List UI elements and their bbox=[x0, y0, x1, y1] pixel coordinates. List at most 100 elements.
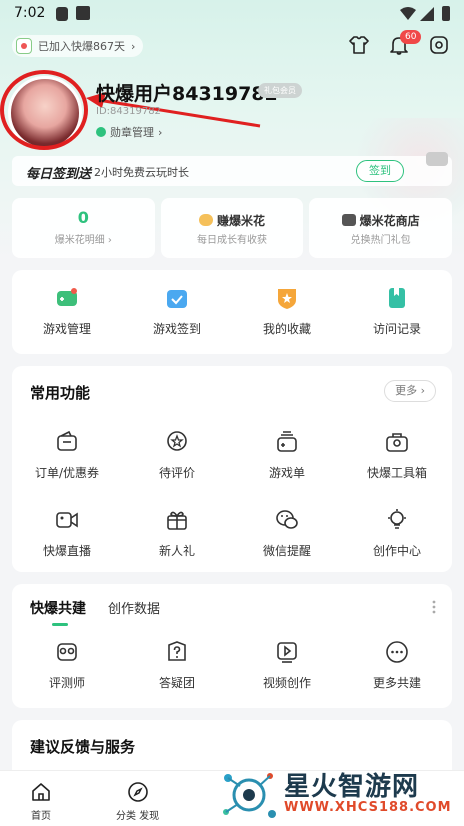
wechat-reminder-item[interactable]: 微信提醒 bbox=[232, 496, 342, 574]
grid-label: 创作中心 bbox=[372, 544, 421, 558]
calendar-heart-icon bbox=[16, 38, 32, 54]
kebab-menu-icon[interactable] bbox=[432, 600, 436, 614]
pending-review-item[interactable]: 待评价 bbox=[122, 418, 232, 496]
star-shield-icon bbox=[278, 289, 296, 309]
live-stream-item[interactable]: 快爆直播 bbox=[12, 496, 122, 574]
common-functions-title: 常用功能 bbox=[30, 384, 91, 402]
common-functions-card: 常用功能 更多 › 订单/优惠券 待评价 游戏单 快爆工具箱 快爆直播 新人礼 bbox=[12, 366, 452, 572]
watermark-url: WWW.XHCS188.COM bbox=[284, 800, 452, 815]
signin-button[interactable]: 签到 bbox=[356, 160, 404, 182]
join-days-badge[interactable]: 已加入快爆867天 › bbox=[12, 35, 144, 57]
orders-coupons-item[interactable]: 订单/优惠券 bbox=[12, 418, 122, 496]
nav-label: 分类 发现 bbox=[116, 811, 160, 822]
gift-icon bbox=[167, 511, 187, 530]
collapse-chevron-icon[interactable] bbox=[426, 152, 448, 166]
game-signin-item[interactable]: 游戏签到 bbox=[122, 274, 232, 352]
game-management-item[interactable]: 游戏管理 bbox=[12, 274, 122, 352]
play-square-icon bbox=[277, 642, 297, 663]
reviewer-icon bbox=[57, 643, 77, 661]
star-bubble-icon bbox=[167, 431, 187, 451]
wifi-icon bbox=[400, 7, 416, 20]
grid-label: 订单/优惠券 bbox=[34, 466, 100, 480]
popcorn-icon bbox=[199, 214, 213, 226]
home-icon bbox=[32, 783, 50, 801]
avatar-highlight-circle bbox=[0, 70, 88, 150]
header-actions: 60 bbox=[348, 30, 450, 56]
grid-label: 待评价 bbox=[158, 466, 195, 480]
popcorn-count: 0 bbox=[77, 208, 89, 227]
earn-popcorn-card[interactable]: 赚爆米花 每日成长有收获 bbox=[160, 198, 304, 258]
daily-signin-bar[interactable]: 每日签到送 2小时免费云玩时长 签到 bbox=[12, 152, 452, 186]
more-button[interactable]: 更多 › bbox=[384, 380, 436, 402]
reviewer-item[interactable]: 评测师 bbox=[12, 628, 122, 706]
earn-popcorn-title: 赚爆米花 bbox=[217, 214, 266, 228]
nav-label: 首页 bbox=[31, 811, 51, 822]
grid-label: 游戏单 bbox=[268, 466, 305, 480]
notification-bell-button[interactable]: 60 bbox=[388, 30, 422, 56]
grid-label: 答疑团 bbox=[158, 676, 195, 690]
signin-title: 每日签到送 bbox=[26, 167, 92, 182]
grid-label: 更多共建 bbox=[372, 676, 421, 690]
popcorn-shop-sub: 兑换热门礼包 bbox=[350, 235, 411, 246]
wechat-icon bbox=[276, 510, 298, 529]
user-id[interactable]: ID:84319782 bbox=[96, 106, 161, 117]
chevron-right-icon: › bbox=[131, 39, 136, 53]
nav-home[interactable]: 首页 bbox=[30, 781, 52, 822]
my-favorites-item[interactable]: 我的收藏 bbox=[232, 274, 342, 352]
video-creation-item[interactable]: 视频创作 bbox=[232, 628, 342, 706]
grid-label: 评测师 bbox=[48, 676, 85, 690]
grid-label: 访问记录 bbox=[372, 322, 421, 336]
medal-management-link[interactable]: 勋章管理 › bbox=[96, 124, 162, 140]
earn-popcorn-sub: 每日成长有收获 bbox=[197, 235, 267, 246]
more-co-build-item[interactable]: 更多共建 bbox=[342, 628, 452, 706]
popcorn-stats: 0 爆米花明细 › 赚爆米花 每日成长有收获 爆米花商店 兑换热门礼包 bbox=[12, 198, 453, 258]
tab-creation-data[interactable]: 创作数据 bbox=[108, 598, 160, 617]
join-days-label: 已加入快爆867天 bbox=[38, 40, 125, 53]
popcorn-balance-card[interactable]: 0 爆米花明细 › bbox=[12, 198, 155, 258]
watermark-logo-icon bbox=[223, 773, 276, 818]
vip-tag[interactable]: 礼包会员 bbox=[258, 83, 302, 98]
lightbulb-icon bbox=[388, 509, 406, 529]
game-list-item[interactable]: 游戏单 bbox=[232, 418, 342, 496]
popcorn-shop-card[interactable]: 爆米花商店 兑换热门礼包 bbox=[309, 198, 453, 258]
signal-icon bbox=[420, 7, 434, 21]
nav-category[interactable]: 分类 发现 bbox=[116, 781, 159, 822]
tab-co-build[interactable]: 快爆共建 bbox=[30, 598, 86, 626]
toolbox-item[interactable]: 快爆工具箱 bbox=[342, 418, 452, 496]
grid-label: 视频创作 bbox=[262, 676, 311, 690]
grid-label: 快爆直播 bbox=[42, 544, 91, 558]
shop-icon bbox=[341, 214, 356, 226]
visit-history-item[interactable]: 访问记录 bbox=[342, 274, 452, 352]
app-notification-icon bbox=[76, 6, 90, 20]
gamepad-icon bbox=[57, 288, 77, 306]
grid-label: 快爆工具箱 bbox=[366, 466, 427, 480]
shield-icon bbox=[56, 7, 68, 21]
bookmark-icon bbox=[389, 288, 405, 308]
co-build-tabs: 快爆共建 创作数据 bbox=[30, 598, 160, 626]
status-bar: 7:02 bbox=[0, 0, 464, 28]
username: 快爆用户84319782 bbox=[96, 83, 278, 105]
watermark-title: 星火智游网 bbox=[284, 772, 420, 802]
tshirt-icon[interactable] bbox=[348, 34, 370, 56]
creator-center-item[interactable]: 创作中心 bbox=[342, 496, 452, 574]
qa-team-item[interactable]: 答疑团 bbox=[122, 628, 232, 706]
grid-label: 游戏管理 bbox=[42, 322, 91, 336]
co-build-card: 快爆共建 创作数据 评测师 答疑团 视频创作 更多共建 bbox=[12, 584, 452, 708]
popcorn-shop-title: 爆米花商店 bbox=[359, 214, 420, 228]
battery-icon bbox=[442, 6, 450, 21]
newcomer-gift-item[interactable]: 新人礼 bbox=[122, 496, 232, 574]
more-dots-icon bbox=[386, 641, 408, 663]
popcorn-detail-link: 爆米花明细 › bbox=[54, 235, 112, 246]
toolbox-icon bbox=[386, 433, 408, 452]
status-time: 7:02 bbox=[14, 5, 46, 21]
grid-label: 我的收藏 bbox=[262, 322, 311, 336]
grid-label: 游戏签到 bbox=[152, 322, 201, 336]
medal-icon bbox=[96, 127, 106, 137]
chevron-right-icon: › bbox=[158, 125, 163, 139]
settings-gear-icon[interactable] bbox=[428, 34, 450, 56]
game-list-icon bbox=[277, 431, 297, 452]
notification-count-badge: 60 bbox=[400, 30, 422, 44]
compass-icon bbox=[127, 782, 148, 802]
feedback-title: 建议反馈与服务 bbox=[30, 738, 136, 756]
grid-label: 微信提醒 bbox=[262, 544, 311, 558]
